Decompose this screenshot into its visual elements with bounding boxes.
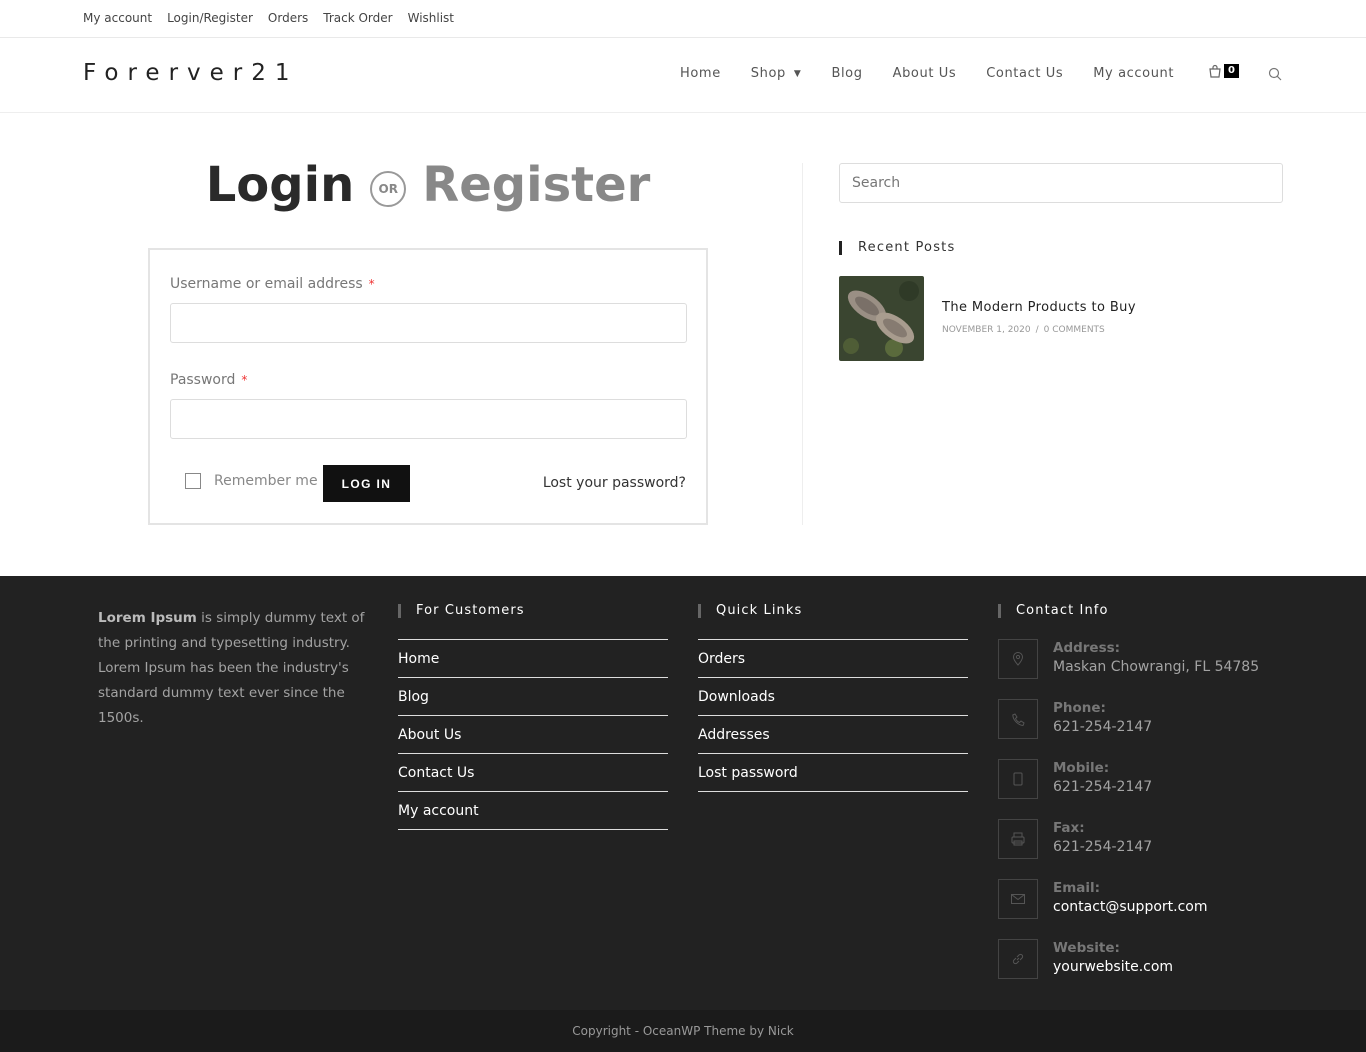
footer-link-contact-us[interactable]: Contact Us (398, 754, 668, 792)
contact-website: Website: yourwebsite.com (998, 939, 1173, 979)
nav-home-label: Home (680, 66, 721, 81)
contact-email-label: Email: (1053, 880, 1101, 896)
copyright-bar: Copyright - OceanWP Theme by Nick (0, 1010, 1366, 1052)
password-label-text: Password (170, 372, 236, 388)
nav-home[interactable]: Home (680, 66, 721, 81)
site-logo[interactable]: Forerver21 (83, 60, 299, 86)
copyright-text: Copyright - OceanWP Theme by Nick (572, 1024, 794, 1038)
contact-phone: Phone: 621-254-2147 (998, 699, 1152, 739)
top-link-track-order[interactable]: Track Order (323, 11, 392, 25)
envelope-icon (998, 879, 1038, 919)
footer-link-about-us[interactable]: About Us (398, 716, 668, 754)
nav-shop[interactable]: Shop ▼ (751, 66, 802, 81)
phone-icon (998, 699, 1038, 739)
footer-about-text: Lorem Ipsum is simply dummy text of the … (98, 606, 368, 731)
sidebar-search-input[interactable]: Search (839, 163, 1283, 203)
or-badge: OR (370, 171, 407, 207)
top-link-my-account[interactable]: My account (83, 11, 152, 25)
site-footer: Lorem Ipsum is simply dummy text of the … (0, 576, 1366, 1010)
username-label: Username or email address * (170, 276, 375, 292)
login-heading[interactable]: Login (206, 157, 355, 213)
footer-link-addresses[interactable]: Addresses (698, 716, 968, 754)
site-header: Forerver21 Home Shop ▼ Blog About Us Cont… (0, 38, 1366, 113)
footer-about-bold: Lorem Ipsum (98, 610, 197, 626)
register-heading[interactable]: Register (422, 157, 650, 213)
footer-link-downloads[interactable]: Downloads (698, 678, 968, 716)
shopping-bag-icon (1209, 64, 1221, 78)
footer-about-body: is simply dummy text of the printing and… (98, 610, 365, 726)
contact-fax: Fax: 621-254-2147 (998, 819, 1152, 859)
for-customers-list: Home Blog About Us Contact Us My account (398, 639, 668, 830)
top-link-orders[interactable]: Orders (268, 11, 308, 25)
contact-email-link[interactable]: contact@support.com (1053, 898, 1208, 917)
contact-fax-label: Fax: (1053, 820, 1085, 836)
top-link-login-register[interactable]: Login/Register (167, 11, 253, 25)
quick-links-list: Orders Downloads Addresses Lost password (698, 639, 968, 792)
password-label: Password * (170, 372, 247, 388)
remember-me-label[interactable]: Remember me (214, 473, 318, 489)
cart-button[interactable]: 0 (1208, 64, 1239, 78)
username-input[interactable] (170, 303, 687, 343)
contact-address-label: Address: (1053, 640, 1121, 656)
nav-contact-us[interactable]: Contact Us (986, 66, 1063, 81)
search-icon[interactable] (1268, 66, 1282, 85)
post-meta-separator: / (1035, 325, 1039, 335)
top-bar-links: My account Login/Register Orders Track O… (83, 11, 454, 25)
password-input[interactable] (170, 399, 687, 439)
contact-phone-value: 621-254-2147 (1053, 719, 1153, 735)
nav-shop-label: Shop (750, 66, 786, 81)
nav-my-account[interactable]: My account (1093, 66, 1174, 81)
footer-link-lost-password[interactable]: Lost password (698, 754, 968, 792)
footer-link-orders[interactable]: Orders (698, 640, 968, 678)
location-icon (998, 639, 1038, 679)
quick-links-title: Quick Links (698, 604, 802, 618)
footer-link-home[interactable]: Home (398, 640, 668, 678)
login-button[interactable]: LOG IN (323, 465, 410, 502)
post-title-link[interactable]: The Modern Products to Buy (942, 300, 1136, 315)
post-date: NOVEMBER 1, 2020 (942, 325, 1031, 335)
contact-address: Address: Maskan Chowrangi, FL 54785 (998, 639, 1259, 679)
content-divider (802, 163, 803, 525)
contact-website-link[interactable]: yourwebsite.com (1053, 958, 1173, 977)
contact-mobile: Mobile: 621-254-2147 (998, 759, 1152, 799)
contact-website-label: Website: (1053, 940, 1120, 956)
for-customers-title: For Customers (398, 604, 525, 618)
post-comments-link[interactable]: 0 COMMENTS (1044, 325, 1105, 335)
remember-me: Remember me (185, 473, 318, 489)
contact-address-value: Maskan Chowrangi, FL 54785 (1053, 659, 1260, 675)
nav-contact-label: Contact Us (986, 66, 1064, 81)
contact-mobile-value: 621-254-2147 (1053, 779, 1153, 795)
username-label-text: Username or email address (170, 276, 363, 292)
nav-blog-label: Blog (831, 66, 863, 81)
lost-password-link[interactable]: Lost your password? (543, 475, 686, 491)
chevron-down-icon: ▼ (793, 68, 802, 79)
contact-mobile-label: Mobile: (1053, 760, 1110, 776)
top-link-wishlist[interactable]: Wishlist (408, 11, 454, 25)
cart-count-badge: 0 (1224, 64, 1239, 78)
required-mark: * (241, 373, 248, 387)
recent-posts-title: Recent Posts (839, 241, 955, 255)
login-form: Username or email address * Password * Rem… (148, 248, 708, 525)
required-mark: * (368, 277, 375, 291)
contact-info-title: Contact Info (998, 604, 1109, 618)
nav-blog[interactable]: Blog (831, 66, 862, 81)
link-icon (998, 939, 1038, 979)
nav-about-us[interactable]: About Us (893, 66, 957, 81)
nav-account-label: My account (1093, 66, 1175, 81)
contact-email: Email: contact@support.com (998, 879, 1208, 919)
contact-phone-label: Phone: (1053, 700, 1106, 716)
fax-icon (998, 819, 1038, 859)
post-meta: NOVEMBER 1, 2020 / 0 COMMENTS (942, 325, 1105, 335)
footer-link-blog[interactable]: Blog (398, 678, 668, 716)
mobile-icon (998, 759, 1038, 799)
footer-link-my-account[interactable]: My account (398, 792, 668, 830)
main-nav: Home Shop ▼ Blog About Us Contact Us My a… (680, 66, 1204, 81)
login-register-heading: Login OR Register (148, 157, 708, 213)
top-bar: My account Login/Register Orders Track O… (0, 0, 1366, 38)
post-thumbnail[interactable] (839, 276, 924, 361)
nav-about-label: About Us (892, 66, 957, 81)
remember-me-checkbox[interactable] (185, 473, 201, 489)
contact-fax-value: 621-254-2147 (1053, 839, 1153, 855)
